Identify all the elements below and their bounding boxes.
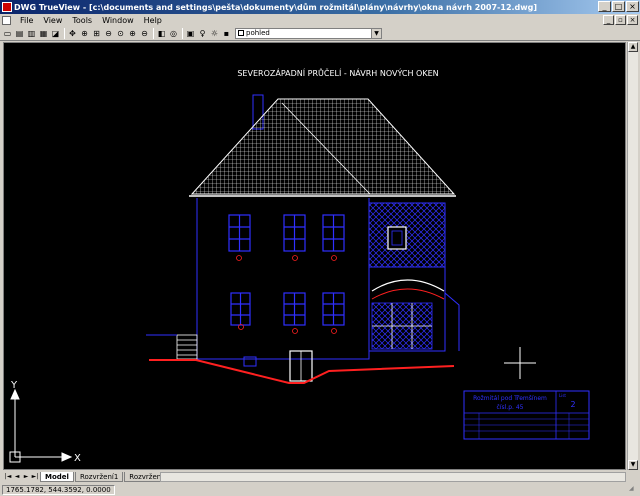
drawing-title: SEVEROZÁPADNÍ PRŮČELÍ - NÁVRH NOVÝCH OKE… [237, 67, 438, 78]
toolbar-separator [64, 27, 65, 39]
menu-tools[interactable]: Tools [67, 16, 97, 25]
zoom-out-icon[interactable]: ⊖ [139, 28, 150, 39]
menu-bar: File View Tools Window Help _ ▫ × [0, 14, 640, 26]
pan-icon[interactable]: ✥ [67, 28, 78, 39]
title-block-sheet-number: 2 [570, 400, 575, 409]
layer-sun-icon[interactable]: ☼ [209, 28, 220, 39]
left-steps [176, 334, 198, 360]
named-views-icon[interactable]: ◧ [156, 28, 167, 39]
window-markers-lower [238, 324, 337, 334]
scroll-down-arrow[interactable]: ▼ [628, 460, 638, 470]
chevron-down-icon[interactable]: ▼ [371, 28, 381, 38]
roof [190, 98, 456, 195]
orbit-icon[interactable]: ◎ [168, 28, 179, 39]
title-bar: DWG TrueView - [c:\documents and setting… [0, 0, 640, 14]
maximize-button[interactable]: □ [612, 1, 625, 12]
zoom-realtime-icon[interactable]: ⊕ [79, 28, 90, 39]
vertical-scrollbar[interactable]: ▲ ▼ [627, 42, 638, 470]
ucs-y-label: Y [10, 380, 18, 391]
menu-window[interactable]: Window [97, 16, 139, 25]
menu-help[interactable]: Help [139, 16, 167, 25]
window-markers-upper [236, 255, 337, 261]
zoom-window-icon[interactable]: ⊞ [91, 28, 102, 39]
toolbar: ▭ ▤ ▥ ▦ ◪ ✥ ⊕ ⊞ ⊖ ⊙ ⊕ ⊖ ◧ ◎ ▣ ♀ ☼ ▪ pohl… [0, 26, 640, 41]
plot-icon[interactable]: ▥ [26, 28, 37, 39]
annex-window [387, 226, 407, 250]
basement-window [243, 356, 257, 367]
toolbar-separator [153, 27, 154, 39]
document-icon[interactable] [2, 15, 11, 25]
zoom-extents-icon[interactable]: ⊙ [115, 28, 126, 39]
tab-prev-arrow[interactable]: ◄ [13, 473, 21, 481]
tab-layout-1[interactable]: Rozvržení1 [74, 472, 124, 482]
app-icon[interactable] [2, 2, 12, 12]
title-block-sheet-label: List [559, 393, 566, 398]
resize-grip-icon[interactable]: ◢ [629, 485, 639, 495]
tab-first-arrow[interactable]: |◄ [4, 473, 12, 481]
dwf-icon[interactable]: ◪ [50, 28, 61, 39]
ucs-x-label: X [74, 453, 81, 464]
layer-lock-icon[interactable]: ▪ [221, 28, 232, 39]
doc-restore-button[interactable]: ▫ [615, 15, 626, 25]
annex-arch-2 [371, 288, 445, 300]
zoom-in-icon[interactable]: ⊕ [127, 28, 138, 39]
tab-last-arrow[interactable]: ►| [31, 473, 39, 481]
ground-line [149, 359, 455, 384]
zoom-previous-icon[interactable]: ⊖ [103, 28, 114, 39]
title-block-line2: čísl.p. 45 [497, 404, 524, 411]
tab-model[interactable]: Model [40, 472, 74, 482]
lower-windows [230, 292, 345, 326]
window-title: DWG TrueView - [c:\documents and setting… [14, 2, 538, 12]
open-icon[interactable]: ▭ [2, 28, 13, 39]
publish-icon[interactable]: ▦ [38, 28, 49, 39]
crosshair-cursor [504, 347, 536, 379]
tab-next-arrow[interactable]: ► [22, 473, 30, 481]
facade-outline [196, 198, 370, 360]
ucs-icon [9, 388, 73, 463]
minimize-button[interactable]: _ [598, 1, 611, 12]
layer-dropdown[interactable]: pohled ▼ [235, 27, 382, 39]
menu-view[interactable]: View [38, 16, 67, 25]
toolbar-separator [182, 27, 183, 39]
annex-right-wall [444, 292, 460, 351]
drawing-viewport[interactable]: SEVEROZÁPADNÍ PRŮČELÍ - NÁVRH NOVÝCH OKE… [3, 42, 626, 470]
upper-windows [228, 214, 345, 252]
menu-file[interactable]: File [15, 16, 38, 25]
window-controls: _ □ × [598, 1, 639, 12]
title-block-line1: Rožmitál pod Třemšínem [473, 395, 547, 402]
status-bar: 1765.1782, 544.3592, 0.0000 ◢ [0, 483, 640, 496]
layer-value: pohled [246, 29, 270, 37]
coordinates-readout: 1765.1782, 544.3592, 0.0000 [2, 484, 115, 495]
layer-bulb-icon[interactable]: ♀ [197, 28, 208, 39]
annex-hatch [368, 202, 446, 268]
scroll-up-arrow[interactable]: ▲ [628, 42, 638, 52]
layer-color-swatch [238, 30, 244, 36]
layer-properties-icon[interactable]: ▣ [185, 28, 196, 39]
doc-minimize-button[interactable]: _ [603, 15, 614, 25]
print-icon[interactable]: ▤ [14, 28, 25, 39]
drawing-canvas: SEVEROZÁPADNÍ PRŮČELÍ - NÁVRH NOVÝCH OKE… [9, 67, 590, 464]
doc-close-button[interactable]: × [627, 15, 638, 25]
horizontal-scrollbar[interactable] [160, 472, 626, 482]
close-button[interactable]: × [626, 1, 639, 12]
document-controls: _ ▫ × [603, 15, 638, 25]
